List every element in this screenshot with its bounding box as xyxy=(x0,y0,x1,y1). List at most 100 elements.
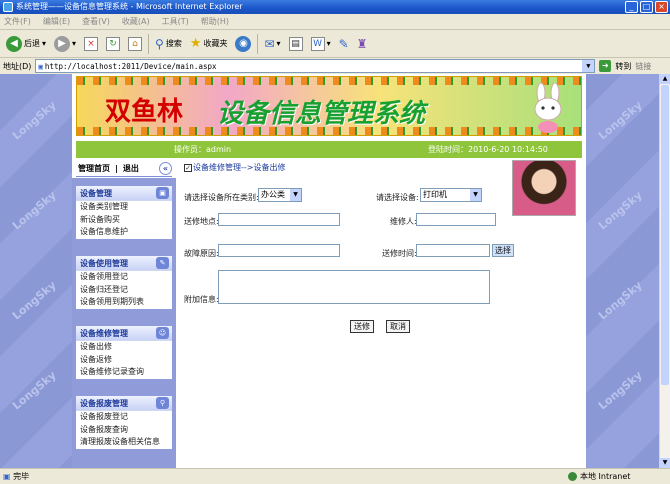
banner-title-green: 设备信息管理系统 xyxy=(217,99,426,129)
menu-tools[interactable]: 工具(T) xyxy=(162,16,189,27)
refresh-icon: ↻ xyxy=(106,36,121,51)
menu-help[interactable]: 帮助(H) xyxy=(201,16,229,27)
device-select[interactable]: 打印机 ▼ xyxy=(420,188,482,202)
menu-edit[interactable]: 编辑(E) xyxy=(43,16,70,27)
repairer-label: 维修人: xyxy=(390,217,417,226)
repairer-input[interactable] xyxy=(416,213,496,226)
status-bar: ▣ 完毕 本地 Intranet xyxy=(0,468,670,484)
stop-button[interactable]: × xyxy=(82,33,100,55)
toolbar-separator xyxy=(257,33,259,54)
star-icon: ★ xyxy=(189,36,202,51)
extra-textarea[interactable] xyxy=(218,270,490,304)
home-button[interactable]: ⌂ xyxy=(126,33,144,55)
chevron-down-icon: ▼ xyxy=(470,189,481,201)
sidebar-item[interactable]: 设备领用到期列表 xyxy=(76,296,172,309)
sidebar-item[interactable]: 设备归还登记 xyxy=(76,284,172,297)
address-input[interactable]: ▣ http://localhost:2011/Device/main.aspx… xyxy=(35,59,596,73)
sidebar-group-title[interactable]: 设备管理 ▣ xyxy=(76,186,172,201)
sidebar-item[interactable]: 设备信息维护 xyxy=(76,226,172,239)
messenger-button[interactable]: ♜ xyxy=(355,33,370,55)
edit-icon: ✓ xyxy=(184,163,192,172)
window-title-bar: 系统管理——设备信息管理系统 - Microsoft Internet Expl… xyxy=(0,0,670,14)
sidebar-group-usage: 设备使用管理 ✎ 设备领用登记 设备归还登记 设备领用到期列表 xyxy=(76,256,172,309)
links-label[interactable]: 链接 xyxy=(635,61,651,72)
go-arrow-icon[interactable]: ➜ xyxy=(599,60,612,72)
maximize-button[interactable]: □ xyxy=(640,1,653,13)
minimize-button[interactable]: _ xyxy=(625,1,638,13)
time-input[interactable] xyxy=(416,244,490,257)
carrot-border xyxy=(77,77,581,85)
discuss-icon: ✎ xyxy=(338,36,349,51)
sidebar-group-title[interactable]: 设备使用管理 ✎ xyxy=(76,256,172,271)
window-controls: _ □ × xyxy=(625,1,668,13)
address-label: 地址(D) xyxy=(3,61,32,71)
forward-button[interactable]: ▶ ▾ xyxy=(52,33,78,55)
back-button[interactable]: ◀ 后退 ▾ xyxy=(4,33,48,55)
browser-content: LongSky LongSky LongSky LongSky LongSky … xyxy=(0,74,659,468)
chevron-down-icon: ▾ xyxy=(72,39,77,48)
sidebar-header: 管理首页 | 退出 « xyxy=(76,161,172,177)
mail-icon: ✉ xyxy=(264,36,275,51)
stop-icon: × xyxy=(84,36,99,51)
place-input[interactable] xyxy=(218,213,340,226)
menu-view[interactable]: 查看(V) xyxy=(82,16,110,27)
home-icon: ⌂ xyxy=(128,36,143,51)
menu-file[interactable]: 文件(F) xyxy=(4,16,31,27)
sidebar-item[interactable]: 设备出修 xyxy=(76,341,172,354)
media-button[interactable]: ◉ xyxy=(233,33,253,55)
home-link[interactable]: 管理首页 xyxy=(78,163,110,174)
operator-info: 操作员：admin xyxy=(174,145,232,154)
choose-date-button[interactable]: 选择 xyxy=(492,244,514,257)
header-separator: | xyxy=(115,164,118,173)
search-icon: ⚲ xyxy=(156,397,169,409)
address-url: http://localhost:2011/Device/main.aspx xyxy=(44,61,217,71)
chevron-down-icon: ▼ xyxy=(290,189,301,201)
user-icon: ☺ xyxy=(156,327,169,339)
exit-link[interactable]: 退出 xyxy=(123,163,139,174)
scroll-thumb[interactable] xyxy=(661,85,669,385)
sidebar-item[interactable]: 设备报废登记 xyxy=(76,411,172,424)
sidebar-item[interactable]: 设备返修 xyxy=(76,354,172,367)
discuss-button[interactable]: ✎ xyxy=(337,33,351,55)
submit-button[interactable]: 送修 xyxy=(350,320,374,333)
reason-input[interactable] xyxy=(218,244,340,257)
edit-button[interactable]: W ▾ xyxy=(309,33,333,55)
address-bar: 地址(D) ▣ http://localhost:2011/Device/mai… xyxy=(0,58,670,74)
watermark: LongSky xyxy=(9,278,59,323)
sidebar-item[interactable]: 新设备购买 xyxy=(76,214,172,227)
info-bar: 操作员：admin 登陆时间：2010-6-20 10:14:50 xyxy=(76,141,582,158)
search-button[interactable]: ⚲ 搜索 xyxy=(153,33,184,55)
bunny-icon xyxy=(534,83,562,133)
print-button[interactable]: ▤ xyxy=(287,33,305,55)
close-button[interactable]: × xyxy=(655,1,668,13)
ie-app-icon xyxy=(3,2,13,12)
sidebar-group-title[interactable]: 设备报废管理 ⚲ xyxy=(76,396,172,411)
sidebar-item[interactable]: 清理报废设备相关信息 xyxy=(76,436,172,449)
sidebar-item[interactable]: 设备维修记录查询 xyxy=(76,366,172,379)
vertical-scrollbar[interactable]: ▲ ▼ xyxy=(659,74,670,468)
mail-button[interactable]: ✉ ▾ xyxy=(262,33,282,55)
category-select[interactable]: 办公类 ▼ xyxy=(258,188,302,202)
favorites-button[interactable]: ★ 收藏夹 xyxy=(188,33,230,55)
page-container: 双鱼林 设备信息管理系统 操作员：admin 登陆时间：2010-6-20 10… xyxy=(72,74,586,468)
collapse-icon[interactable]: « xyxy=(159,162,172,175)
edit-icon: W xyxy=(310,36,325,51)
print-icon: ▤ xyxy=(288,36,303,51)
go-button[interactable]: 转到 xyxy=(615,61,631,72)
scroll-down-icon[interactable]: ▼ xyxy=(660,458,670,468)
sidebar-group-title[interactable]: 设备维修管理 ☺ xyxy=(76,326,172,341)
chevron-down-icon[interactable]: ▼ xyxy=(582,60,595,72)
cancel-button[interactable]: 取消 xyxy=(386,320,410,333)
toolbar-separator xyxy=(148,33,150,54)
scroll-up-icon[interactable]: ▲ xyxy=(660,74,670,84)
extra-label: 附加信息: xyxy=(184,295,219,304)
watermark: LongSky xyxy=(595,98,645,143)
page-icon: ▣ xyxy=(38,61,43,71)
media-icon: ◉ xyxy=(235,35,252,52)
sidebar-item[interactable]: 设备领用登记 xyxy=(76,271,172,284)
place-label: 送修地点: xyxy=(184,217,219,226)
refresh-button[interactable]: ↻ xyxy=(104,33,122,55)
menu-favorites[interactable]: 收藏(A) xyxy=(122,16,150,27)
sidebar-item[interactable]: 设备类别管理 xyxy=(76,201,172,214)
sidebar-item[interactable]: 设备报废查询 xyxy=(76,424,172,437)
